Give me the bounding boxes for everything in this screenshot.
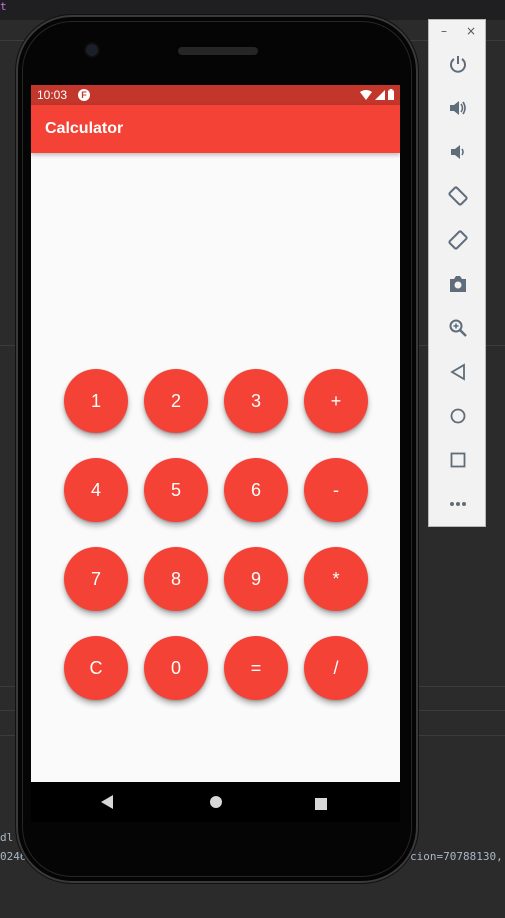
key-multiply[interactable]: * bbox=[304, 547, 368, 611]
key-6[interactable]: 6 bbox=[224, 458, 288, 522]
key-4[interactable]: 4 bbox=[64, 458, 128, 522]
phone-screen: 10:03 F Calculator 1 2 3 + 4 5 6 - 7 8 9… bbox=[31, 85, 400, 782]
android-nav-bar bbox=[31, 782, 400, 822]
status-bar: 10:03 F bbox=[31, 85, 400, 105]
app-title: Calculator bbox=[45, 120, 124, 137]
camera-icon[interactable] bbox=[443, 269, 473, 299]
key-9[interactable]: 9 bbox=[224, 547, 288, 611]
power-icon[interactable] bbox=[443, 49, 473, 79]
back-icon[interactable] bbox=[443, 357, 473, 387]
notification-icon: F bbox=[78, 89, 90, 101]
key-8[interactable]: 8 bbox=[144, 547, 208, 611]
key-3[interactable]: 3 bbox=[224, 369, 288, 433]
key-2[interactable]: 2 bbox=[144, 369, 208, 433]
key-1[interactable]: 1 bbox=[64, 369, 128, 433]
wifi-icon bbox=[360, 89, 372, 100]
minimize-button[interactable]: – bbox=[441, 24, 447, 38]
key-plus[interactable]: + bbox=[304, 369, 368, 433]
nav-home-icon[interactable] bbox=[209, 794, 223, 813]
ide-top-fragment: t bbox=[0, 0, 7, 13]
zoom-icon[interactable] bbox=[443, 313, 473, 343]
key-minus[interactable]: - bbox=[304, 458, 368, 522]
status-time: 10:03 bbox=[37, 88, 68, 102]
more-icon[interactable] bbox=[443, 489, 473, 519]
home-icon[interactable] bbox=[443, 401, 473, 431]
nav-back-icon[interactable] bbox=[101, 794, 113, 813]
calculator-keypad: 1 2 3 + 4 5 6 - 7 8 9 * C 0 = / bbox=[64, 369, 368, 700]
app-bar: Calculator bbox=[31, 105, 400, 153]
key-0[interactable]: 0 bbox=[144, 636, 208, 700]
signal-icon bbox=[375, 89, 385, 100]
nav-overview-icon[interactable] bbox=[315, 795, 327, 814]
volume-up-icon[interactable] bbox=[443, 93, 473, 123]
earpiece-speaker bbox=[178, 47, 258, 55]
front-camera bbox=[86, 44, 98, 56]
key-5[interactable]: 5 bbox=[144, 458, 208, 522]
status-icons bbox=[360, 89, 394, 100]
volume-down-icon[interactable] bbox=[443, 137, 473, 167]
ide-log-line: cion=70788130, bbox=[410, 850, 503, 863]
phone-frame: 10:03 F Calculator 1 2 3 + 4 5 6 - 7 8 9… bbox=[16, 15, 418, 883]
key-divide[interactable]: / bbox=[304, 636, 368, 700]
key-equals[interactable]: = bbox=[224, 636, 288, 700]
overview-icon[interactable] bbox=[443, 445, 473, 475]
close-button[interactable]: × bbox=[466, 24, 476, 38]
key-7[interactable]: 7 bbox=[64, 547, 128, 611]
emulator-window-controls: – × bbox=[429, 20, 487, 46]
rotate-right-icon[interactable] bbox=[443, 225, 473, 255]
ide-log-line: dl bbox=[0, 831, 14, 844]
rotate-left-icon[interactable] bbox=[443, 181, 473, 211]
key-clear[interactable]: C bbox=[64, 636, 128, 700]
battery-icon bbox=[388, 89, 394, 100]
emulator-toolbar: – × bbox=[428, 19, 486, 527]
